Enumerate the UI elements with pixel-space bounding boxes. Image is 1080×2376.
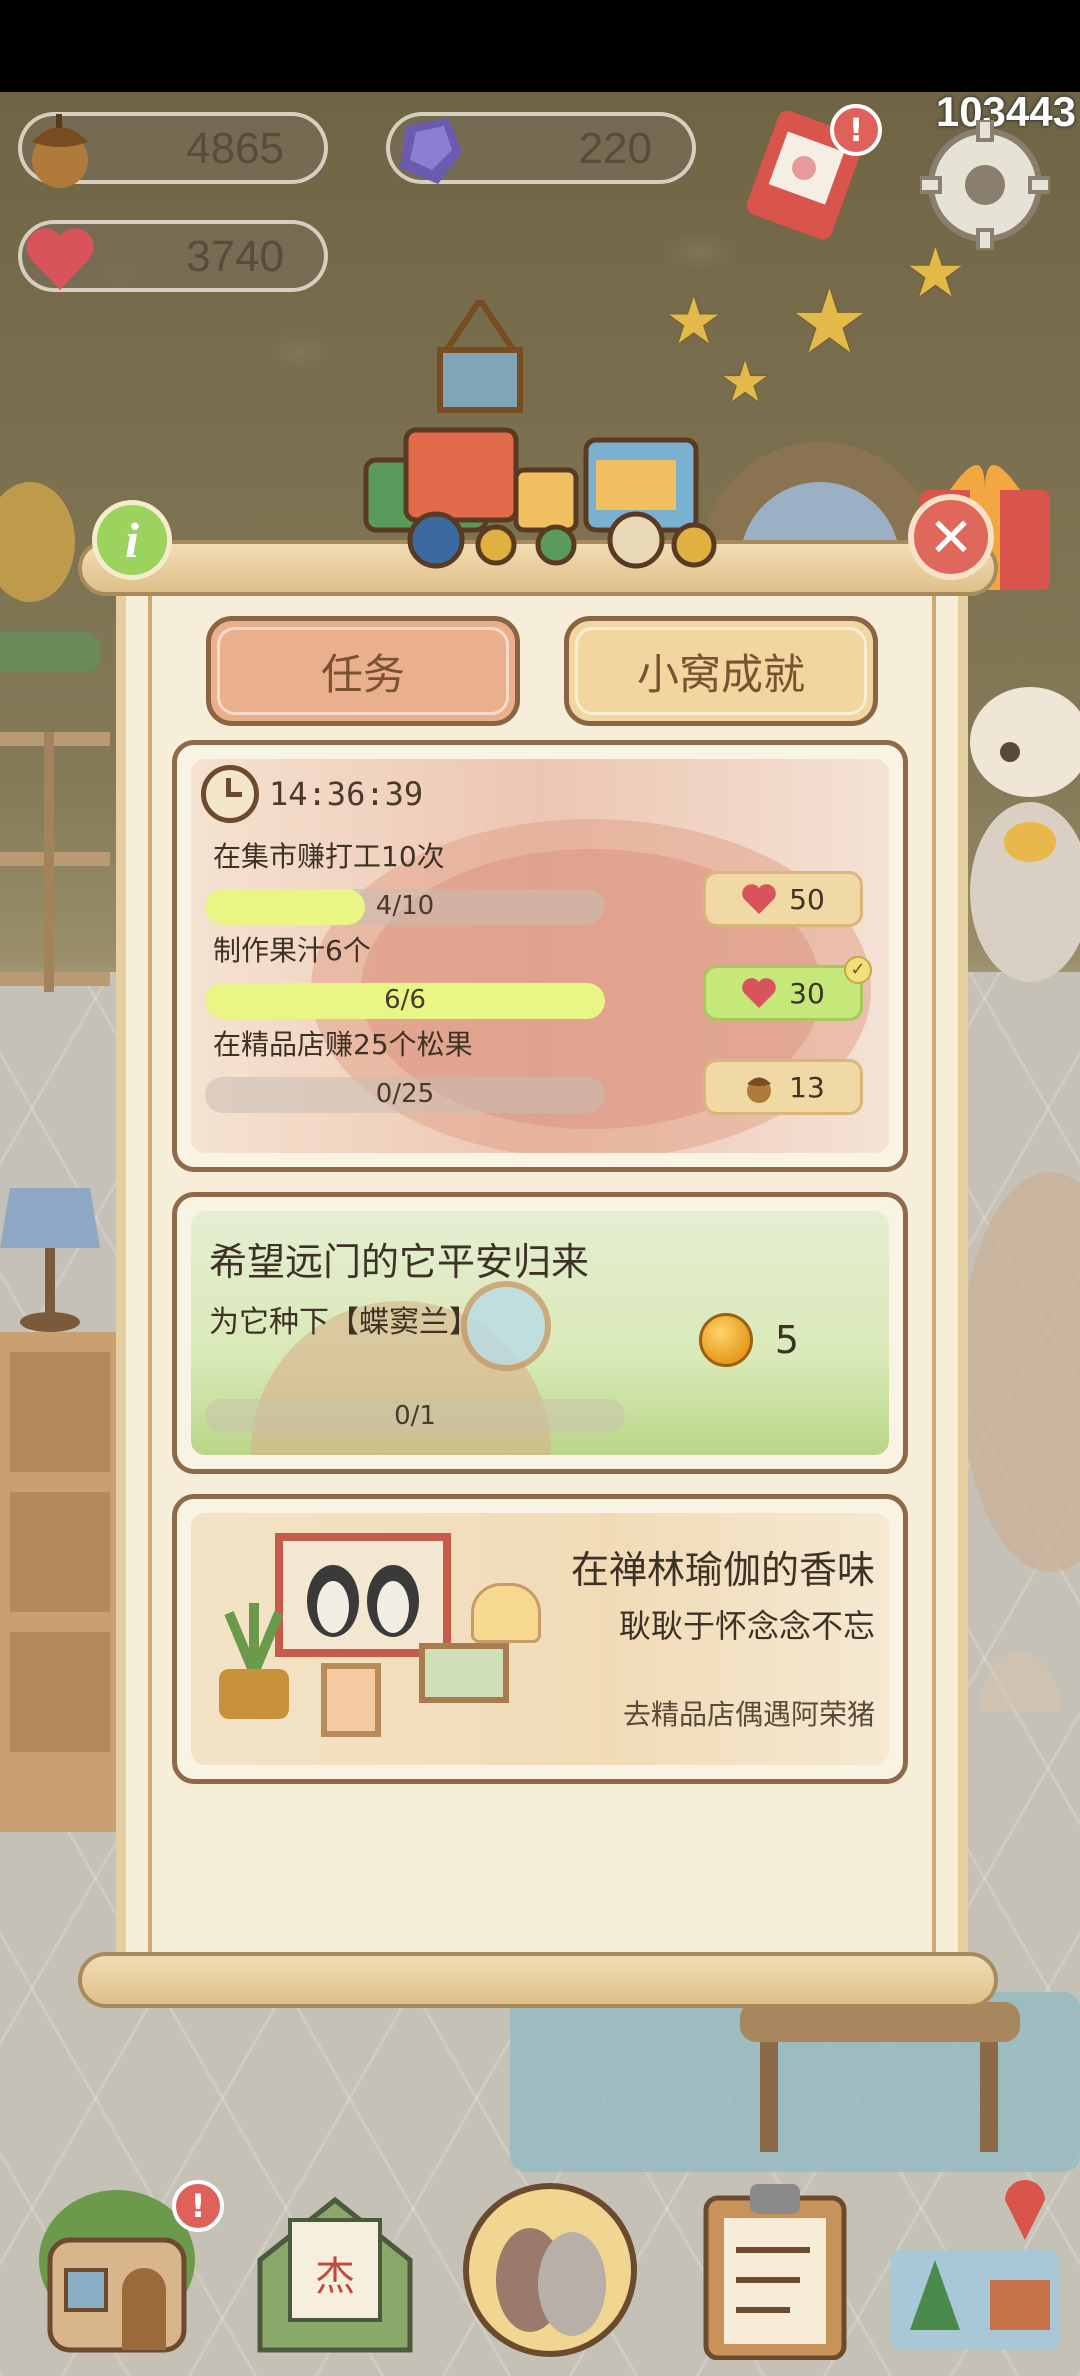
- task-reward-value: 50: [789, 882, 825, 916]
- settings-gear-button[interactable]: [920, 120, 1050, 250]
- gem-icon: [380, 102, 476, 198]
- map-icon: [890, 2180, 1060, 2350]
- memory-title: 在禅林瑜伽的香味: [570, 1548, 875, 1592]
- task-label: 制作果汁6个: [213, 934, 371, 967]
- task-reward-button[interactable]: 13: [703, 1059, 863, 1115]
- hanging-star-icon: ★: [665, 285, 723, 359]
- daily-timer: 14:36:39: [201, 765, 423, 823]
- memory-quest-card[interactable]: 在禅林瑜伽的香味 耿耿于怀念念不忘 去精品店偶遇阿荣猪: [172, 1494, 908, 1784]
- hanging-star-icon: ★: [790, 270, 869, 373]
- task-label: 在集市赚打工10次: [213, 840, 445, 873]
- calendar-alert-badge: !: [830, 104, 882, 156]
- lamp-illustration: [471, 1583, 541, 1643]
- task-reward-button[interactable]: 30 ✓: [703, 956, 872, 1021]
- tab-achievements[interactable]: 小窝成就: [564, 616, 878, 726]
- paw-icon: [463, 2183, 637, 2357]
- task-progress-bar: 6/6: [205, 983, 605, 1019]
- memory-hint: 去精品店偶遇阿荣猪: [622, 1698, 875, 1731]
- penguin-picture: [275, 1533, 451, 1657]
- task-progress-text: 0/25: [375, 1079, 435, 1109]
- task-progress-bar: 4/10: [205, 889, 605, 925]
- nav-map-button[interactable]: [880, 2180, 1070, 2360]
- flower-picture: [321, 1663, 381, 1737]
- info-button[interactable]: i: [92, 500, 172, 580]
- nav-clipboard-button[interactable]: [690, 2180, 860, 2361]
- blue-lamp: [0, 1188, 100, 1338]
- heart-icon: [742, 884, 776, 914]
- heart-icon: [742, 978, 776, 1008]
- task-reward-value: 30: [789, 976, 825, 1010]
- cat-character: [960, 672, 1080, 992]
- calendar-gift-button[interactable]: !: [740, 100, 882, 250]
- stool: [740, 1992, 1020, 2172]
- scroll-bottom-rod: [78, 1952, 998, 2008]
- story-title: 希望远门的它平安归来: [209, 1240, 590, 1284]
- leaf-picture: [419, 1643, 509, 1703]
- gem-count: 220: [578, 124, 652, 173]
- nav-mail-button[interactable]: 杰: [250, 2180, 420, 2360]
- gear-icon: [920, 120, 1050, 250]
- task-reward-value: 13: [789, 1070, 825, 1104]
- potted-plant: [209, 1603, 299, 1723]
- acorn-icon: [12, 102, 108, 198]
- story-reward-value: 5: [774, 1318, 799, 1362]
- svg-text:杰: 杰: [315, 2254, 355, 2300]
- clipboard-icon: [703, 2184, 847, 2361]
- acorn-icon: [747, 1077, 772, 1103]
- heart-counter: 3740: [18, 220, 328, 292]
- heart-icon: [12, 210, 108, 306]
- close-button[interactable]: ✕: [908, 494, 994, 580]
- heart-count: 3740: [186, 232, 284, 281]
- gem-counter: 220: [386, 112, 696, 184]
- memory-subtitle: 耿耿于怀念念不忘: [618, 1607, 875, 1645]
- story-progress-bar: 0/1: [205, 1399, 625, 1433]
- task-progress-text: 4/10: [375, 891, 435, 921]
- hanging-star-icon: ★: [905, 234, 966, 313]
- task-label: 在精品店赚25个松果: [213, 1028, 473, 1061]
- nav-house-button[interactable]: !: [32, 2180, 224, 2360]
- daily-task-card: 14:36:39 在集市赚打工10次 4/10 50 制作果汁6个 6/6 30…: [172, 740, 908, 1172]
- story-reward: 5: [698, 1313, 799, 1367]
- house-alert-badge: !: [172, 2180, 224, 2232]
- clock-icon: [201, 765, 259, 823]
- acorn-count: 4865: [186, 124, 284, 173]
- task-progress-text: 6/6: [384, 985, 426, 1015]
- letter-icon: 杰: [257, 2196, 413, 2353]
- tab-tasks[interactable]: 任务: [206, 616, 520, 726]
- cat-sleeping: [960, 1152, 1080, 1772]
- check-icon: ✓: [844, 956, 872, 984]
- toy-train-icon: [346, 400, 730, 580]
- story-subtitle: 为它种下【蝶窦兰】: [209, 1305, 479, 1340]
- story-quest-card[interactable]: 希望远门的它平安归来 为它种下【蝶窦兰】 5 0/1: [172, 1192, 908, 1474]
- nav-paw-button[interactable]: [460, 2180, 640, 2360]
- task-progress-bar: 0/25: [205, 1077, 605, 1113]
- acorn-counter: 4865: [18, 112, 328, 188]
- bell-icon: [698, 1313, 753, 1367]
- timer-text: 14:36:39: [269, 775, 424, 813]
- side-shelf: [0, 732, 110, 1032]
- story-progress-text: 0/1: [394, 1401, 436, 1431]
- status-bar: [0, 0, 1080, 92]
- drawer-cabinet: [0, 1332, 118, 1832]
- task-reward-button[interactable]: 50: [703, 871, 863, 927]
